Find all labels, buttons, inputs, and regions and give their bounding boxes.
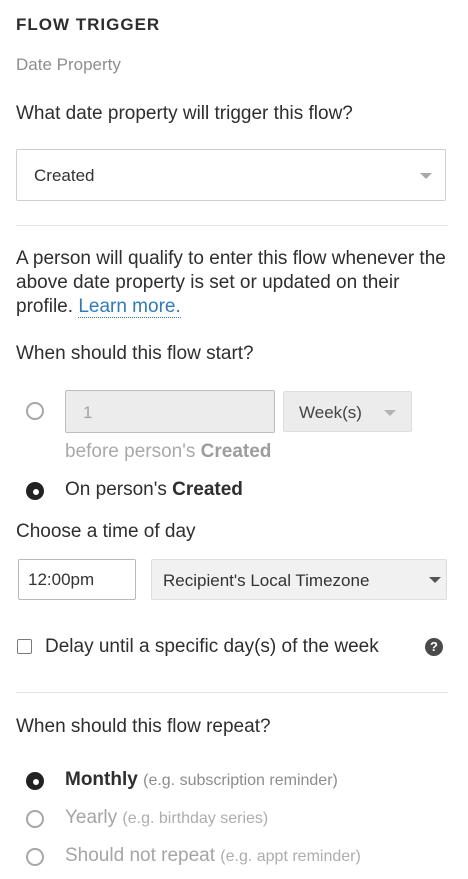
repeat-monthly-radio[interactable]: [26, 772, 44, 790]
offset-property-name: Created: [200, 441, 272, 462]
repeat-option-hint: (e.g. subscription reminder): [143, 772, 338, 789]
timezone-select[interactable]: Recipient's Local Timezone: [151, 559, 447, 600]
divider: [16, 692, 448, 693]
offset-number-input[interactable]: 1: [65, 390, 275, 433]
section-subtitle: Date Property: [16, 55, 121, 74]
trigger-description: A person will qualify to enter this flow…: [16, 247, 446, 319]
start-on-date-radio[interactable]: [26, 482, 44, 500]
repeat-option-hint: (e.g. birthday series): [122, 810, 269, 827]
date-property-value: Created: [34, 166, 95, 185]
offset-unit-select[interactable]: Week(s): [283, 391, 412, 432]
chevron-down-icon: [384, 410, 396, 416]
delay-checkbox[interactable]: [17, 639, 32, 654]
offset-before-label: before person's: [65, 441, 196, 462]
repeat-option-label: Should not repeat: [65, 845, 216, 866]
timezone-value: Recipient's Local Timezone: [163, 571, 370, 590]
offset-unit-value: Week(s): [299, 403, 362, 422]
repeat-question: When should this flow repeat?: [16, 716, 271, 737]
time-input[interactable]: 12:00pm: [18, 559, 136, 600]
on-date-prefix: On person's: [65, 479, 167, 500]
time-of-day-label: Choose a time of day: [16, 521, 196, 542]
date-property-question: What date property will trigger this flo…: [16, 103, 353, 124]
repeat-option-label: Monthly: [65, 769, 138, 790]
chevron-down-icon: [429, 577, 441, 583]
question-circle-icon[interactable]: ?: [425, 638, 443, 656]
repeat-none-option[interactable]: Should not repeat (e.g. appt reminder): [65, 845, 361, 867]
offset-number-value: 1: [83, 403, 93, 422]
repeat-monthly-option[interactable]: Monthly (e.g. subscription reminder): [65, 769, 338, 791]
offset-before-text: before person's Created: [65, 441, 271, 463]
repeat-none-radio[interactable]: [26, 848, 44, 866]
divider: [16, 225, 448, 226]
repeat-yearly-option[interactable]: Yearly (e.g. birthday series): [65, 807, 268, 829]
repeat-option-hint: (e.g. appt reminder): [220, 848, 361, 865]
start-question: When should this flow start?: [16, 343, 254, 364]
repeat-yearly-radio[interactable]: [26, 810, 44, 828]
delay-label[interactable]: Delay until a specific day(s) of the wee…: [45, 636, 379, 658]
start-on-date-label[interactable]: On person's Created: [65, 479, 243, 501]
time-value: 12:00pm: [28, 570, 95, 589]
date-property-select[interactable]: Created: [16, 149, 446, 201]
repeat-option-label: Yearly: [65, 807, 118, 828]
chevron-down-icon: [420, 173, 432, 179]
start-offset-radio[interactable]: [26, 402, 44, 420]
section-title: FLOW TRIGGER: [16, 15, 161, 34]
on-date-property: Created: [172, 479, 243, 500]
learn-more-link[interactable]: Learn more.: [78, 296, 181, 318]
